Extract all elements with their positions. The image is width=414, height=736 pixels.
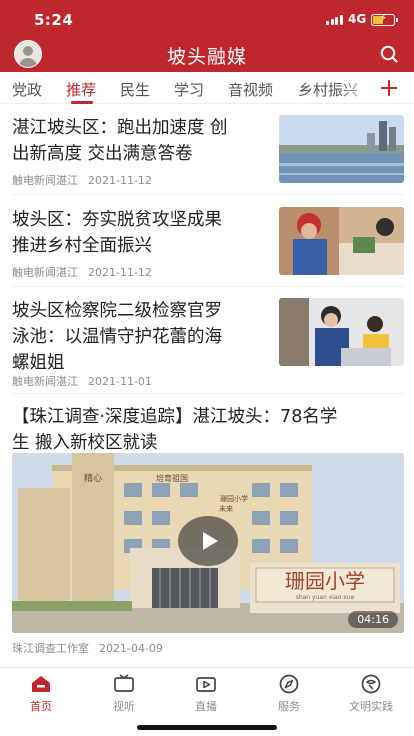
tower-text: 未来 xyxy=(219,504,233,513)
news-date: 2021-04-09 xyxy=(99,642,163,655)
tabbar-home[interactable]: 首页 xyxy=(6,673,76,714)
news-meta: 触电新闻湛江 2021-11-12 xyxy=(12,264,152,280)
news-date: 2021-11-01 xyxy=(88,375,152,388)
divider xyxy=(12,393,404,394)
news-thumbnail xyxy=(279,207,404,275)
compass-icon xyxy=(279,674,299,694)
status-time: 5:24 xyxy=(34,11,74,29)
home-indicator xyxy=(137,725,277,730)
civilization-icon xyxy=(361,674,381,694)
tab-dangzheng[interactable]: 党政 xyxy=(12,79,42,100)
tabbar-civilization[interactable]: 文明实践 xyxy=(336,673,406,714)
news-thumbnail xyxy=(279,115,404,183)
video-player[interactable]: 珊园小学 shan yuan xiao xue 精心 培育祖国 未来 珊园小学 … xyxy=(12,453,404,633)
network-label: 4G xyxy=(348,12,367,26)
news-item[interactable]: 坡头区检察院二级检察官罗 泳池：以温情守护花蕾的海 螺姐姐 触电新闻湛江 2021… xyxy=(12,298,404,394)
active-tab-indicator xyxy=(71,101,93,104)
news-meta: 珠江调查工作室 2021-04-09 xyxy=(12,640,404,655)
divider xyxy=(12,194,404,195)
news-date: 2021-11-12 xyxy=(88,266,152,279)
news-title: 坡头区：夯实脱贫攻坚成果 推进乡村全面振兴 xyxy=(12,210,222,256)
video-duration: 04:16 xyxy=(348,611,398,628)
news-title: 坡头区检察院二级检察官罗 泳池：以温情守护花蕾的海 螺姐姐 xyxy=(12,301,222,373)
tab-recommend[interactable]: 推荐 xyxy=(66,79,96,100)
news-thumbnail xyxy=(279,298,404,366)
page-title: 坡头融媒 xyxy=(166,46,247,68)
news-source: 触电新闻湛江 xyxy=(12,174,78,187)
news-item[interactable]: 湛江坡头区：跑出加速度 创 出新高度 交出满意答卷 触电新闻湛江 2021-11-… xyxy=(12,115,404,195)
battery-icon: ⚡ xyxy=(371,13,398,26)
tab-fade xyxy=(340,72,374,103)
title-bar: 坡头融媒 xyxy=(0,36,414,72)
add-channel-icon[interactable] xyxy=(380,79,398,97)
tab-audio-video[interactable]: 音视频 xyxy=(228,79,273,100)
search-icon[interactable] xyxy=(380,45,398,63)
banner-text: 珊园小学 xyxy=(220,494,248,503)
tabbar-audio-video[interactable]: 视听 xyxy=(89,673,159,714)
video-news-title[interactable]: 【珠江调查·深度追踪】湛江坡头：78名学 生 搬入新校区就读 xyxy=(12,404,404,456)
live-icon xyxy=(196,677,216,692)
signal-icon xyxy=(326,15,344,25)
news-item[interactable]: 坡头区：夯实脱贫攻坚成果 推进乡村全面振兴 触电新闻湛江 2021-11-12 xyxy=(12,207,404,287)
app-header: 5:24 4G ⚡ 坡头融媒 xyxy=(0,0,414,72)
status-bar: 5:24 4G ⚡ xyxy=(0,0,414,36)
tabbar-live[interactable]: 直播 xyxy=(171,673,241,714)
channel-tabs: 党政 推荐 民生 学习 音视频 乡村振兴 xyxy=(0,72,414,104)
tab-study[interactable]: 学习 xyxy=(174,79,204,100)
school-sign-pinyin: shan yuan xiao xue xyxy=(296,594,355,601)
tower-text: 培育祖国 xyxy=(156,473,188,483)
news-title: 湛江坡头区：跑出加速度 创 出新高度 交出满意答卷 xyxy=(12,118,228,164)
news-source: 珠江调查工作室 xyxy=(12,642,89,655)
news-date: 2021-11-12 xyxy=(88,174,152,187)
news-meta: 触电新闻湛江 2021-11-01 xyxy=(12,373,152,389)
home-icon xyxy=(32,676,50,692)
tab-minsheng[interactable]: 民生 xyxy=(120,79,150,100)
news-source: 触电新闻湛江 xyxy=(12,266,78,279)
tower-text: 精心 xyxy=(84,472,102,484)
school-sign-text: 珊园小学 xyxy=(285,569,365,593)
news-source: 触电新闻湛江 xyxy=(12,375,78,388)
play-button[interactable] xyxy=(178,516,238,566)
tabbar-service[interactable]: 服务 xyxy=(254,673,324,714)
news-meta: 触电新闻湛江 2021-11-12 xyxy=(12,172,152,188)
divider xyxy=(12,286,404,287)
tv-icon xyxy=(114,674,134,692)
